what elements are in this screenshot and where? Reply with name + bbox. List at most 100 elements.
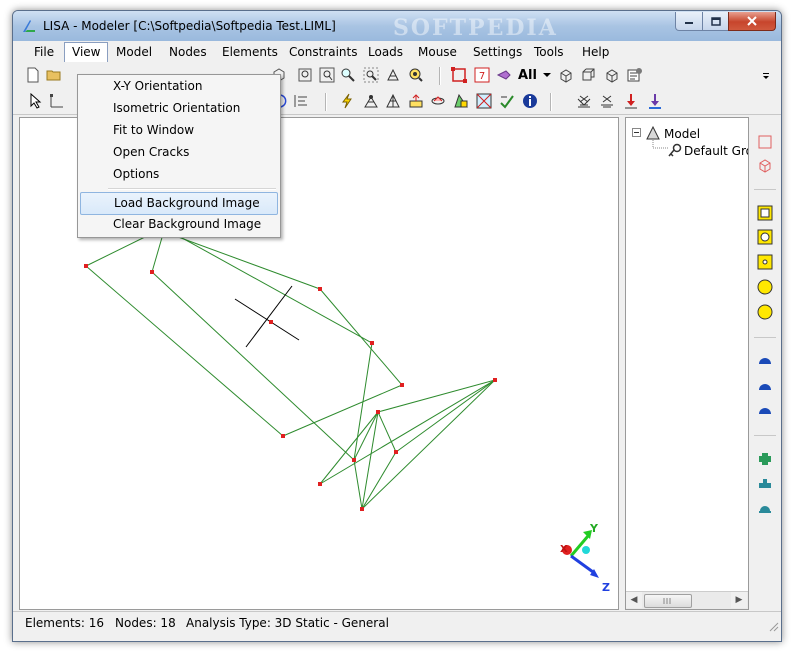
cube-shaded-icon[interactable] <box>604 67 620 83</box>
menu-settings[interactable]: Settings <box>466 43 529 62</box>
menu-file[interactable]: File <box>27 43 61 62</box>
axis-y-label: Y <box>589 522 599 535</box>
teal-support-icon[interactable] <box>757 475 773 491</box>
pointer-icon[interactable] <box>27 93 43 109</box>
chevron-down-icon[interactable] <box>542 67 552 83</box>
node[interactable] <box>269 320 273 324</box>
check-mesh-icon[interactable] <box>499 93 515 109</box>
split-element-icon[interactable] <box>476 93 492 109</box>
node[interactable] <box>318 287 322 291</box>
node[interactable] <box>84 264 88 268</box>
scroll-left-icon[interactable]: ◀ <box>626 592 642 608</box>
pressure-load-icon[interactable] <box>647 93 663 109</box>
node[interactable] <box>370 341 374 345</box>
zoom-icon[interactable] <box>340 67 356 83</box>
side-toolbar <box>751 117 779 608</box>
axis-z-label: Z <box>602 581 610 594</box>
scroll-right-icon[interactable]: ▶ <box>731 592 747 608</box>
menu-item-isometric-orientation[interactable]: Isometric Orientation <box>80 98 278 119</box>
element-line <box>377 379 496 413</box>
menu-loads[interactable]: Loads <box>361 43 410 62</box>
yellow-circle-icon[interactable] <box>757 279 773 295</box>
resize-grip-icon[interactable] <box>767 620 779 632</box>
menu-item-clear-background-image[interactable]: Clear Background Image <box>80 214 278 235</box>
node[interactable] <box>281 434 285 438</box>
yellow-ring-icon[interactable] <box>757 229 773 245</box>
teal-dome-icon[interactable] <box>757 499 773 515</box>
zoom-fit-icon[interactable] <box>319 67 335 83</box>
open-folder-icon[interactable] <box>46 67 62 83</box>
blue-dome-icon[interactable] <box>757 353 773 369</box>
select-all-label[interactable]: All <box>518 68 537 83</box>
extrude-icon[interactable] <box>408 93 424 109</box>
mesh-icon[interactable] <box>363 93 379 109</box>
cube-icon[interactable] <box>558 67 574 83</box>
menu-help[interactable]: Help <box>575 43 616 62</box>
node[interactable] <box>394 450 398 454</box>
number-seven-icon[interactable]: 7 <box>474 67 490 83</box>
menu-tools[interactable]: Tools <box>527 43 571 62</box>
status-analysis-type: Analysis Type: 3D Static - General <box>186 616 389 630</box>
pan-icon[interactable] <box>385 67 401 83</box>
menu-item-xy-orientation[interactable]: X-Y Orientation <box>80 76 278 97</box>
tree-collapse-icon[interactable] <box>632 128 642 138</box>
element-line <box>319 411 379 485</box>
toolbar-separator <box>325 93 327 111</box>
close-button[interactable] <box>728 12 776 31</box>
arrow-select-icon[interactable] <box>496 67 512 83</box>
green-cross-icon[interactable] <box>757 451 773 467</box>
properties-icon[interactable] <box>627 67 643 83</box>
yellow-square-icon[interactable] <box>757 205 773 221</box>
window-title: LISA - Modeler [C:\Softpedia\Softpedia T… <box>43 19 336 33</box>
lightning-icon[interactable] <box>339 93 355 109</box>
minimize-button[interactable] <box>675 12 703 31</box>
node[interactable] <box>150 270 154 274</box>
toolbar-overflow-icon[interactable] <box>761 67 771 83</box>
scroll-thumb[interactable] <box>644 594 692 608</box>
node[interactable] <box>352 458 356 462</box>
tree-node-default-group[interactable]: Default Grou <box>684 144 748 158</box>
node[interactable] <box>360 507 364 511</box>
menu-item-options[interactable]: Options <box>80 164 278 185</box>
menu-elements[interactable]: Elements <box>215 43 285 62</box>
node-select-icon[interactable] <box>49 93 65 109</box>
align-icon[interactable] <box>293 93 309 109</box>
menu-model[interactable]: Model <box>109 43 159 62</box>
menu-nodes[interactable]: Nodes <box>162 43 214 62</box>
blue-dome-icon[interactable] <box>757 379 773 395</box>
menu-item-load-background-image[interactable]: Load Background Image <box>80 192 278 215</box>
node[interactable] <box>493 378 497 382</box>
menu-item-open-cracks[interactable]: Open Cracks <box>80 142 278 163</box>
menu-item-fit-to-window[interactable]: Fit to Window <box>80 120 278 141</box>
blue-dome-icon[interactable] <box>757 403 773 419</box>
zoom-dynamic-icon[interactable] <box>408 67 424 83</box>
node[interactable] <box>376 410 380 414</box>
menu-mouse[interactable]: Mouse <box>411 43 464 62</box>
title-bar[interactable]: LISA - Modeler [C:\Softpedia\Softpedia T… <box>13 11 781 42</box>
centroid-marker <box>234 285 300 348</box>
new-file-icon[interactable] <box>25 67 41 83</box>
pinned-support-icon[interactable] <box>599 93 615 109</box>
node[interactable] <box>318 482 322 486</box>
cube-wire-icon[interactable] <box>581 67 597 83</box>
force-load-icon[interactable] <box>623 93 639 109</box>
triangle-mesh-icon[interactable] <box>385 93 401 109</box>
menu-view[interactable]: View <box>64 42 109 62</box>
zoom-frame-icon[interactable] <box>297 67 313 83</box>
zoom-window-icon[interactable] <box>363 67 379 83</box>
maximize-button[interactable] <box>702 12 729 31</box>
yellow-dot-icon[interactable] <box>757 254 773 270</box>
element-line <box>151 233 164 273</box>
revolve-icon[interactable] <box>430 93 446 109</box>
tree-horizontal-scrollbar[interactable]: ◀ ▶ <box>626 591 748 609</box>
tree-node-model[interactable]: Model <box>664 127 700 141</box>
yellow-disc-icon[interactable] <box>757 304 773 320</box>
select-frame-icon[interactable] <box>451 67 467 83</box>
square-element-icon[interactable] <box>757 134 773 150</box>
info-icon[interactable] <box>522 93 538 109</box>
fixed-support-icon[interactable] <box>576 93 592 109</box>
menu-constraints[interactable]: Constraints <box>282 43 364 62</box>
cube-element-icon[interactable] <box>757 158 773 174</box>
surface-icon[interactable] <box>453 93 469 109</box>
node[interactable] <box>400 383 404 387</box>
